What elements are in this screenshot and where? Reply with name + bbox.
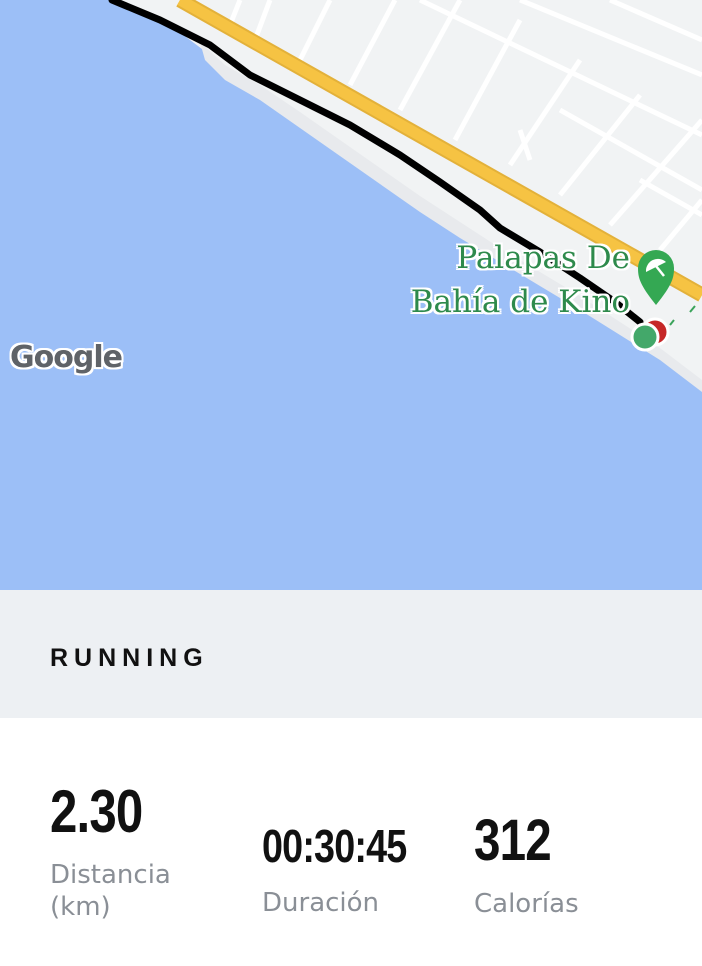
calories-value: 312 — [474, 808, 552, 873]
duration-value: 00:30:45 — [262, 820, 407, 872]
distance-label: Distancia (km) — [50, 859, 171, 923]
poi-name-line2: Bahía de Kino — [410, 284, 630, 320]
activity-type-label: RUNNING — [50, 644, 209, 672]
calories-label: Calorías — [474, 889, 579, 919]
stat-distance: 2.30 Distancia (km) — [50, 782, 171, 923]
distance-label-line1: Distancia — [50, 860, 171, 890]
stat-duration: 00:30:45 Duración — [262, 823, 438, 919]
stat-calories: 312 Calorías — [474, 812, 579, 920]
route-map[interactable]: Palapas De Bahía de Kino Google — [0, 0, 702, 590]
poi-name-line1: Palapas De — [456, 240, 630, 276]
poi-label[interactable]: Palapas De Bahía de Kino — [411, 236, 630, 324]
route-start-marker — [630, 322, 660, 352]
duration-label: Duración — [262, 888, 380, 918]
distance-value: 2.30 — [50, 778, 143, 845]
google-logo[interactable]: Google — [10, 340, 123, 375]
distance-label-line2: (km) — [50, 892, 111, 922]
